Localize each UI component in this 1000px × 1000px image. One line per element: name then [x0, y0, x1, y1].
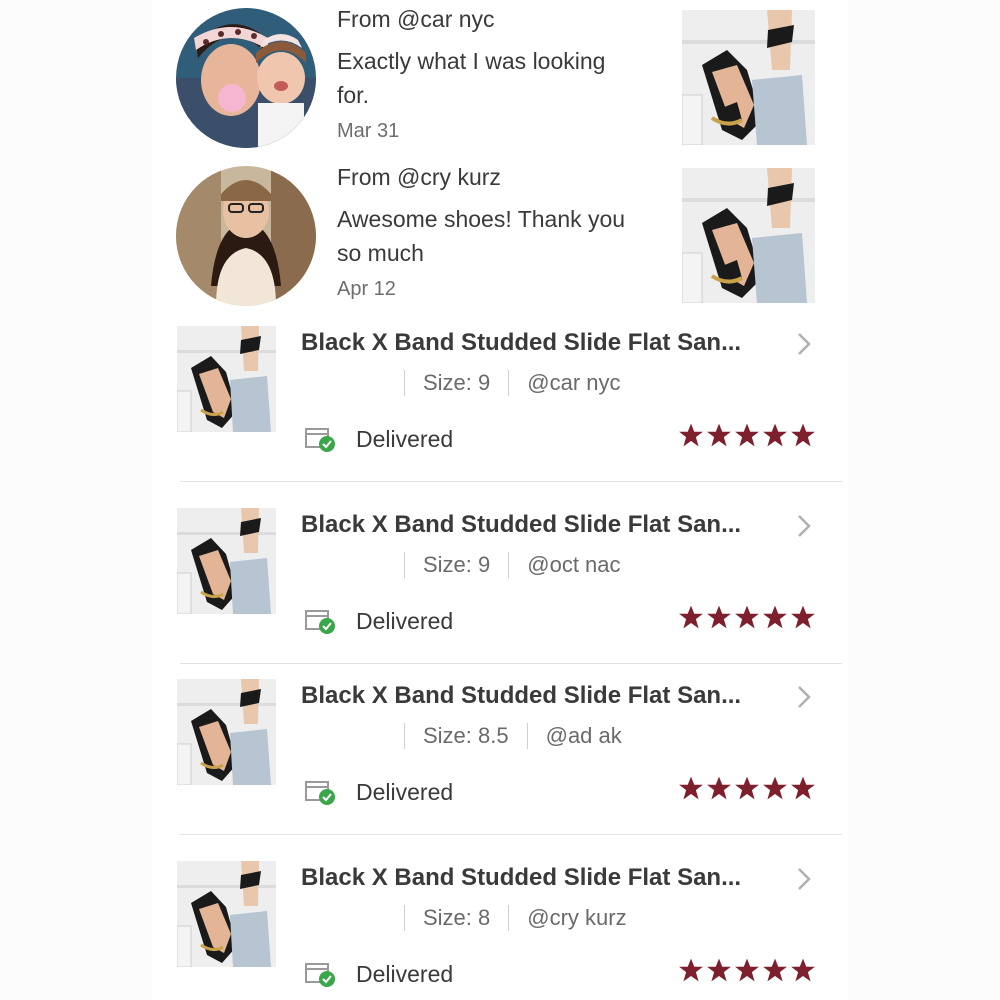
- product-thumbnail: [177, 508, 276, 614]
- star-icon: [763, 423, 787, 447]
- row-divider: [180, 481, 842, 482]
- reviewer-avatar[interactable]: [176, 166, 316, 306]
- star-rating: [678, 775, 816, 801]
- delivery-status: Delivered: [304, 424, 453, 454]
- size-label: Size: 9: [423, 370, 491, 395]
- left-margin: [0, 0, 152, 1000]
- delivered-box-check-icon: [305, 963, 335, 987]
- buyer-handle[interactable]: @ad ak: [546, 723, 622, 749]
- meta-divider: [404, 905, 405, 931]
- delivery-status: Delivered: [304, 959, 453, 989]
- review-from: From @car nyc: [337, 6, 495, 32]
- star-icon: [707, 776, 731, 800]
- star-icon: [763, 605, 787, 629]
- chevron-right-icon[interactable]: [794, 330, 814, 358]
- star-icon: [679, 423, 703, 447]
- meta-divider: [508, 552, 510, 578]
- order-meta: Size: 8 @cry kurz: [404, 905, 627, 931]
- review-item: From @cry kurz Awesome shoes! Thank you …: [152, 158, 848, 314]
- size-label: Size: 8: [423, 905, 491, 930]
- review-photo[interactable]: [682, 10, 815, 145]
- star-icon: [679, 958, 703, 982]
- star-icon: [791, 776, 815, 800]
- size-label: Size: 9: [423, 552, 491, 577]
- chevron-right-icon[interactable]: [794, 865, 814, 893]
- star-icon: [679, 605, 703, 629]
- delivered-box-check-icon: [305, 781, 335, 805]
- status-label: Delivered: [356, 960, 454, 987]
- star-icon: [735, 605, 759, 629]
- star-icon: [791, 958, 815, 982]
- delivery-status: Delivered: [304, 606, 453, 636]
- buyer-handle[interactable]: @oct nac: [527, 552, 620, 578]
- row-divider: [180, 834, 842, 835]
- star-rating: [678, 957, 816, 983]
- star-icon: [707, 423, 731, 447]
- status-label: Delivered: [356, 607, 454, 634]
- meta-divider: [404, 370, 405, 396]
- review-date: Apr 12: [337, 278, 396, 300]
- status-label: Delivered: [356, 425, 454, 452]
- order-meta: Size: 8.5 @ad ak: [404, 723, 622, 749]
- star-icon: [707, 605, 731, 629]
- review-from: From @cry kurz: [337, 164, 501, 190]
- chevron-right-icon[interactable]: [794, 512, 814, 540]
- star-icon: [735, 776, 759, 800]
- review-text: Exactly what I was looking for.: [337, 48, 606, 108]
- product-thumbnail: [177, 326, 276, 432]
- product-thumbnail: [177, 861, 276, 967]
- star-icon: [707, 958, 731, 982]
- star-rating: [678, 422, 816, 448]
- product-title: Black X Band Studded Slide Flat San...: [301, 511, 742, 538]
- delivery-status: Delivered: [304, 777, 453, 807]
- order-meta: Size: 9 @car nyc: [404, 370, 621, 396]
- meta-divider: [404, 552, 405, 578]
- review-date: Mar 31: [337, 120, 400, 142]
- star-icon: [735, 958, 759, 982]
- star-icon: [791, 605, 815, 629]
- right-margin: [848, 0, 1000, 1000]
- review-photo[interactable]: [682, 168, 815, 303]
- size-label: Size: 8.5: [423, 723, 509, 748]
- meta-divider: [508, 370, 510, 396]
- product-title: Black X Band Studded Slide Flat San...: [301, 682, 742, 709]
- chevron-right-icon[interactable]: [794, 683, 814, 711]
- meta-divider: [526, 723, 528, 749]
- delivered-box-check-icon: [305, 610, 335, 634]
- buyer-handle[interactable]: @car nyc: [527, 370, 620, 396]
- status-label: Delivered: [356, 778, 454, 805]
- product-title: Black X Band Studded Slide Flat San...: [301, 329, 742, 356]
- star-icon: [735, 423, 759, 447]
- star-icon: [763, 776, 787, 800]
- row-divider: [180, 663, 842, 664]
- review-text: Awesome shoes! Thank you so much: [337, 206, 626, 266]
- star-icon: [791, 423, 815, 447]
- review-item: From @car nyc Exactly what I was looking…: [152, 0, 848, 156]
- star-icon: [763, 958, 787, 982]
- meta-divider: [404, 723, 405, 749]
- buyer-handle[interactable]: @cry kurz: [527, 905, 626, 931]
- product-title: Black X Band Studded Slide Flat San...: [301, 864, 742, 891]
- delivered-box-check-icon: [305, 428, 335, 452]
- reviewer-avatar[interactable]: [176, 8, 316, 148]
- product-thumbnail: [177, 679, 276, 785]
- star-rating: [678, 604, 816, 630]
- meta-divider: [508, 905, 510, 931]
- star-icon: [679, 776, 703, 800]
- order-meta: Size: 9 @oct nac: [404, 552, 621, 578]
